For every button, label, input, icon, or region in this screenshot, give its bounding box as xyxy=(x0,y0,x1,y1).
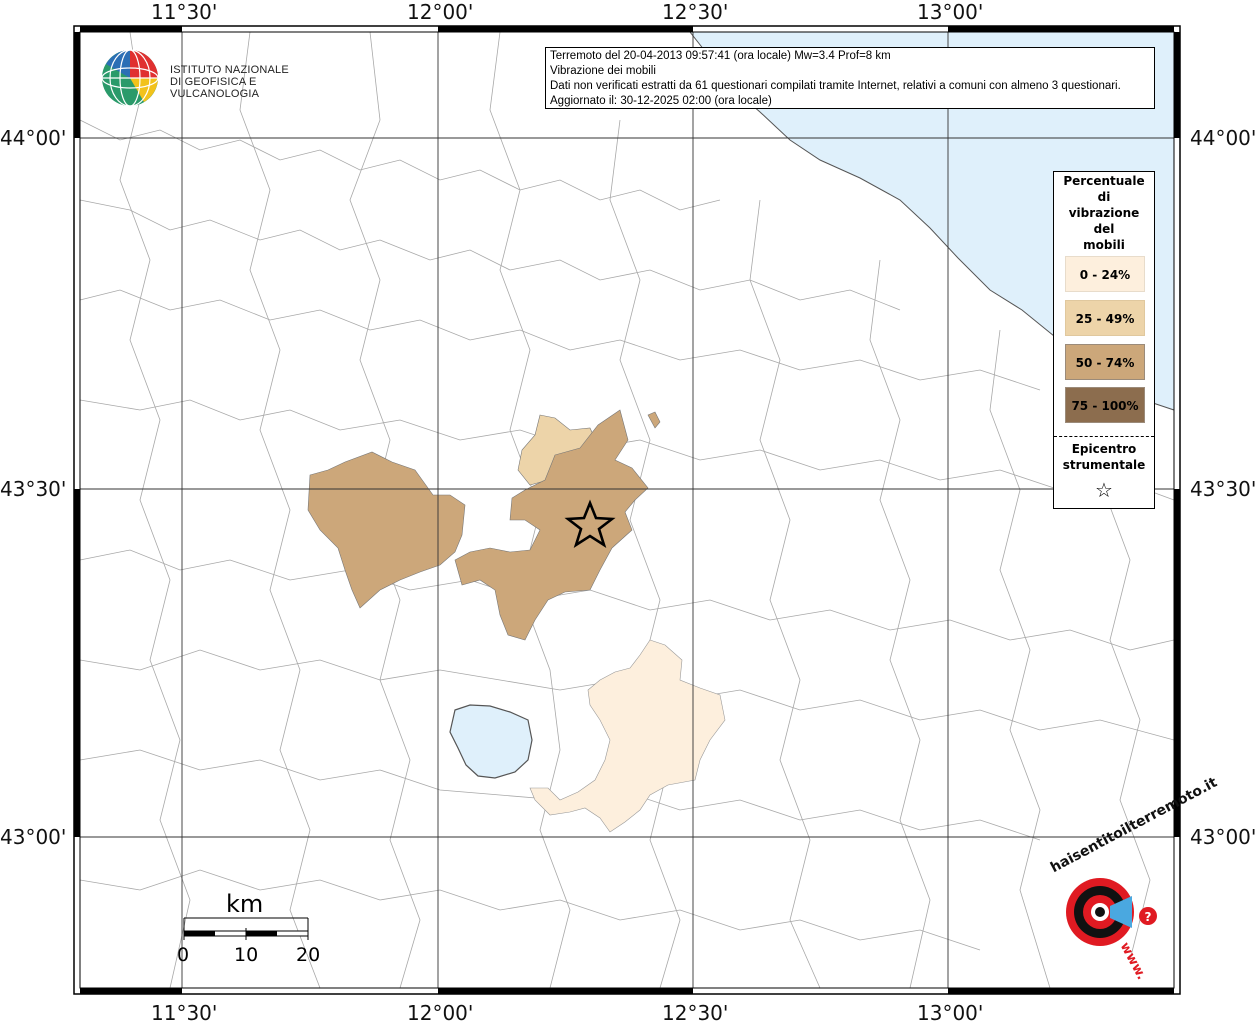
legend-title: Percentuale di vibrazione del mobili xyxy=(1054,173,1154,253)
lat-label-left-4300: 43°00' xyxy=(0,825,67,849)
legend-title-line: del xyxy=(1093,222,1115,236)
legend: Percentuale di vibrazione del mobili 0 -… xyxy=(1053,171,1155,509)
scale-label-0: 0 xyxy=(177,944,190,966)
parameter-name: Vibrazione dei mobili xyxy=(550,65,656,77)
legend-item-50-74: 50 - 74% xyxy=(1065,344,1145,380)
lat-label-right-4330: 43°30' xyxy=(1190,477,1256,501)
data-note: Dati non verificati estratti da 61 quest… xyxy=(550,80,1121,92)
scale-label-20: 20 xyxy=(296,944,321,966)
legend-separator xyxy=(1054,436,1154,437)
scale-label-10: 10 xyxy=(234,944,259,966)
event-info-box: Terremoto del 20-04-2013 09:57:41 (ora l… xyxy=(545,47,1155,109)
ingv-line1: ISTITUTO NAZIONALE xyxy=(170,64,289,76)
lon-label-top-1300: 13°00' xyxy=(917,0,984,24)
lon-label-bottom-1200: 12°00' xyxy=(407,1001,474,1025)
hsit-logo-text: haisentitoilterremoto.it www. xyxy=(1034,775,1220,983)
hsit-www: www. xyxy=(1116,940,1149,983)
ingv-logo: ISTITUTO NAZIONALE DI GEOFISICA E VULCAN… xyxy=(100,48,310,110)
lon-label-bottom-1230: 12°30' xyxy=(662,1001,729,1025)
legend-epicenter-line: Epicentro xyxy=(1071,442,1137,456)
globe-icon xyxy=(101,49,159,107)
legend-item-25-49: 25 - 49% xyxy=(1065,300,1145,336)
lat-label-left-4400: 44°00' xyxy=(0,126,67,150)
legend-item-75-100: 75 - 100% xyxy=(1065,387,1145,423)
legend-epicenter-line: strumentale xyxy=(1062,458,1146,472)
lon-label-bottom-1130: 11°30' xyxy=(151,1001,218,1025)
legend-title-line: mobili xyxy=(1083,238,1125,252)
lon-label-top-1230: 12°30' xyxy=(662,0,729,24)
update-time: Aggiornato il: 30-12-2025 02:00 (ora loc… xyxy=(550,95,772,107)
scale-unit: km xyxy=(226,890,264,918)
lat-label-left-4330: 43°30' xyxy=(0,477,67,501)
star-icon: ☆ xyxy=(1095,478,1113,502)
event-title: Terremoto del 20-04-2013 09:57:41 (ora l… xyxy=(550,50,891,62)
lat-label-right-4300: 43°00' xyxy=(1190,825,1256,849)
ingv-line2: DI GEOFISICA E VULCANOLOGIA xyxy=(170,76,260,100)
lon-label-bottom-1300: 13°00' xyxy=(917,1001,984,1025)
legend-title-line: vibrazione xyxy=(1068,206,1140,220)
lon-label-top-1130: 11°30' xyxy=(151,0,218,24)
lon-label-top-1200: 12°00' xyxy=(407,0,474,24)
legend-title-line: di xyxy=(1097,190,1111,204)
legend-epicenter-label: Epicentro strumentale xyxy=(1054,441,1154,473)
legend-title-line: Percentuale xyxy=(1063,174,1145,188)
lat-label-right-4400: 44°00' xyxy=(1190,126,1256,150)
legend-item-0-24: 0 - 24% xyxy=(1065,256,1145,292)
